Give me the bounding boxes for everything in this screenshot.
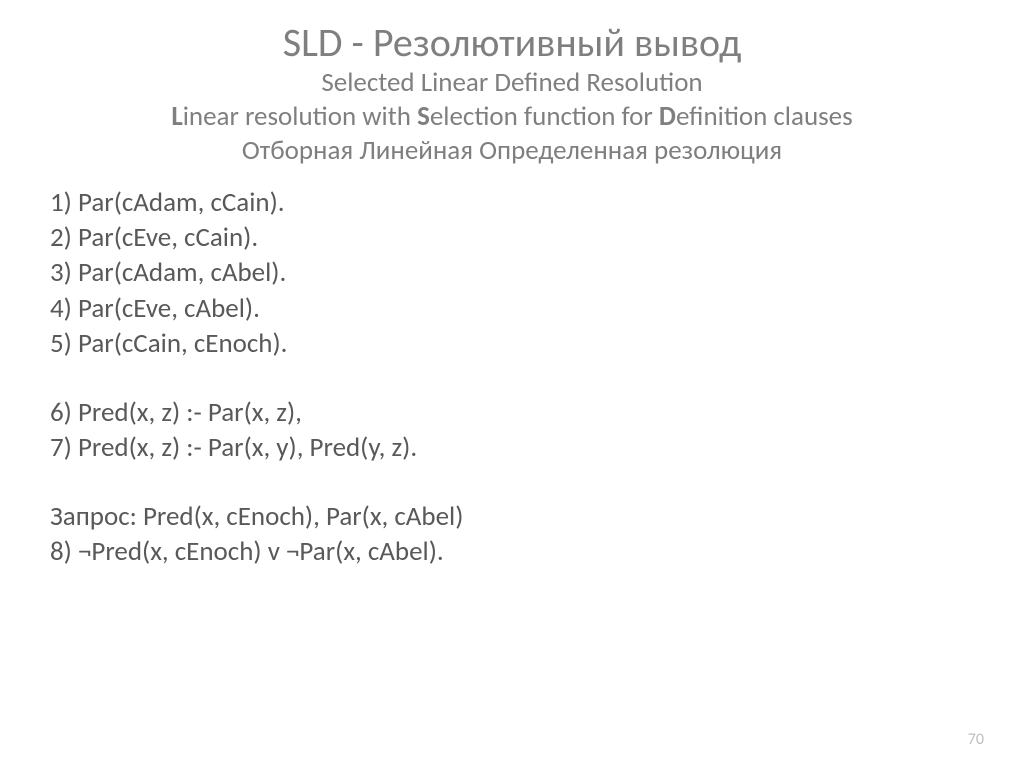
clause-3: 3) Par(cAdam, cAbel). xyxy=(50,255,974,290)
clause-2: 2) Par(cEve, cCain). xyxy=(50,220,974,255)
clause-4: 4) Par(cEve, cAbel). xyxy=(50,291,974,326)
bold-D: D xyxy=(659,100,676,133)
slide-title: SLD - Резолютивный вывод xyxy=(50,20,974,66)
bold-S: S xyxy=(417,100,430,133)
clause-1: 1) Par(cAdam, cCain). xyxy=(50,185,974,220)
body-content: 1) Par(cAdam, cCain). 2) Par(cEve, cCain… xyxy=(50,185,974,569)
page-number: 70 xyxy=(968,730,984,749)
slide-subtitle-1: Selected Linear Defined Resolution xyxy=(50,66,974,100)
text-a: inear resolution with xyxy=(183,100,417,133)
clause-7: 7) Pred(x, z) :- Par(x, y), Pred(y, z). xyxy=(50,430,974,465)
title-block: SLD - Резолютивный вывод Selected Linear… xyxy=(50,20,974,167)
slide-subtitle-2: Linear resolution with Selection functio… xyxy=(50,100,974,134)
slide-subtitle-3: Отборная Линейная Определенная резолюция xyxy=(50,134,974,168)
spacer-1 xyxy=(50,361,974,395)
spacer-2 xyxy=(50,465,974,499)
text-b: election function for xyxy=(430,100,659,133)
clause-6: 6) Pred(x, z) :- Par(x, z), xyxy=(50,395,974,430)
slide: SLD - Резолютивный вывод Selected Linear… xyxy=(0,0,1024,767)
clause-8: 8) ¬Pred(x, cEnoch) v ¬Par(x, cAbel). xyxy=(50,534,974,569)
bold-L: L xyxy=(171,100,182,133)
text-c: efinition clauses xyxy=(676,100,853,133)
clause-5: 5) Par(cCain, cEnoch). xyxy=(50,326,974,361)
query-line: Запрос: Pred(x, cEnoch), Par(x, cAbel) xyxy=(50,499,974,534)
